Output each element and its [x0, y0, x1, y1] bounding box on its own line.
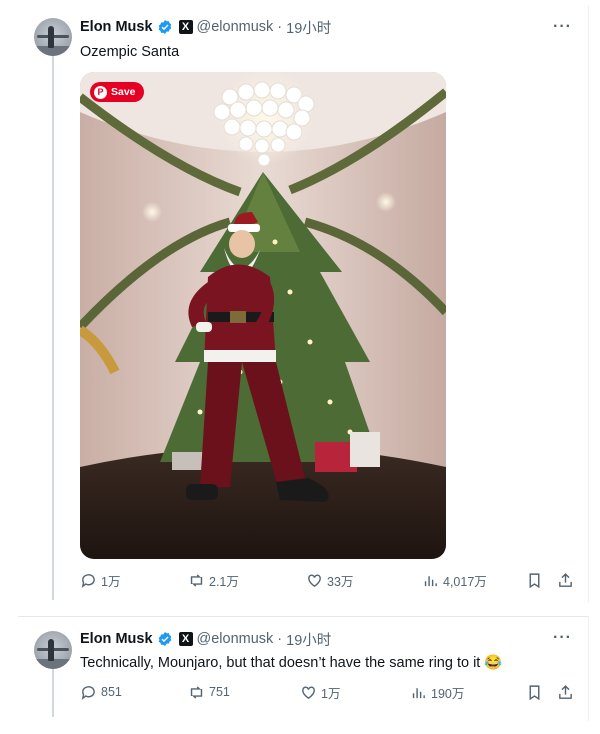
more-options-icon[interactable]: ··· — [553, 629, 572, 647]
tweet[interactable]: Elon Musk X @elonmusk · 19小时 ··· Ozempic… — [18, 6, 589, 602]
author-handle[interactable]: @elonmusk — [197, 631, 274, 647]
views-count: 4,017万 — [443, 574, 487, 589]
x-logo-icon: X — [178, 20, 193, 34]
more-options-icon[interactable]: ··· — [553, 18, 572, 36]
tweet-time[interactable]: 19小时 — [286, 629, 331, 650]
separator-dot: · — [277, 631, 283, 647]
repost-count: 751 — [209, 685, 230, 699]
avatar[interactable] — [34, 18, 72, 56]
reply-icon — [81, 573, 95, 588]
share-icon[interactable] — [557, 684, 574, 701]
reply-count: 1万 — [101, 574, 121, 589]
reply-button[interactable]: 1万 — [80, 571, 188, 590]
tweet-actions: 851 751 1万 190万 — [80, 682, 574, 702]
repost-icon — [190, 573, 203, 587]
tweet-time[interactable]: 19小时 — [286, 17, 331, 38]
verified-badge-icon — [158, 632, 171, 646]
pinterest-save-button[interactable]: P Save — [90, 82, 144, 102]
tweet-actions: 1万 2.1万 33万 4,017万 — [80, 570, 574, 590]
thread-line — [52, 667, 54, 717]
repost-count: 2.1万 — [209, 574, 239, 589]
repost-button[interactable]: 751 — [188, 684, 300, 701]
author-handle[interactable]: @elonmusk — [197, 19, 274, 35]
heart-icon — [308, 573, 321, 587]
thread-line — [52, 50, 54, 600]
views-button[interactable]: 190万 — [410, 683, 464, 702]
views-chart-icon — [412, 687, 425, 698]
bookmark-icon[interactable] — [526, 572, 543, 589]
like-count: 33万 — [327, 574, 354, 589]
like-count: 1万 — [321, 686, 341, 701]
avatar[interactable] — [34, 631, 72, 669]
share-icon[interactable] — [557, 572, 574, 589]
author-name[interactable]: Elon Musk — [80, 19, 153, 35]
tweet-media-image[interactable]: P Save — [80, 72, 446, 559]
tweet-header: Elon Musk X @elonmusk · 19小时 — [80, 17, 331, 38]
views-button[interactable]: 4,017万 — [422, 571, 487, 590]
repost-button[interactable]: 2.1万 — [188, 571, 306, 590]
separator-dot: · — [277, 19, 283, 35]
like-button[interactable]: 1万 — [300, 683, 410, 702]
views-chart-icon — [424, 575, 437, 586]
tweet-header: Elon Musk X @elonmusk · 19小时 — [80, 629, 331, 650]
reply-button[interactable]: 851 — [80, 684, 188, 701]
bookmark-icon[interactable] — [526, 684, 543, 701]
views-count: 190万 — [431, 686, 465, 701]
author-name[interactable]: Elon Musk — [80, 631, 153, 647]
tweet[interactable]: Elon Musk X @elonmusk · 19小时 ··· Technic… — [18, 616, 589, 721]
repost-icon — [190, 685, 203, 699]
tweet-text: Technically, Mounjaro, but that doesn’t … — [80, 655, 503, 671]
tweet-text: Ozempic Santa — [80, 44, 180, 60]
verified-badge-icon — [158, 20, 171, 34]
heart-icon — [302, 685, 315, 699]
photo-santa-christmas-tree — [80, 72, 446, 559]
like-button[interactable]: 33万 — [306, 571, 422, 590]
save-label: Save — [111, 86, 136, 98]
reply-count: 851 — [101, 685, 122, 699]
x-logo-icon: X — [178, 632, 193, 646]
pinterest-icon: P — [94, 85, 107, 99]
reply-icon — [81, 685, 95, 700]
